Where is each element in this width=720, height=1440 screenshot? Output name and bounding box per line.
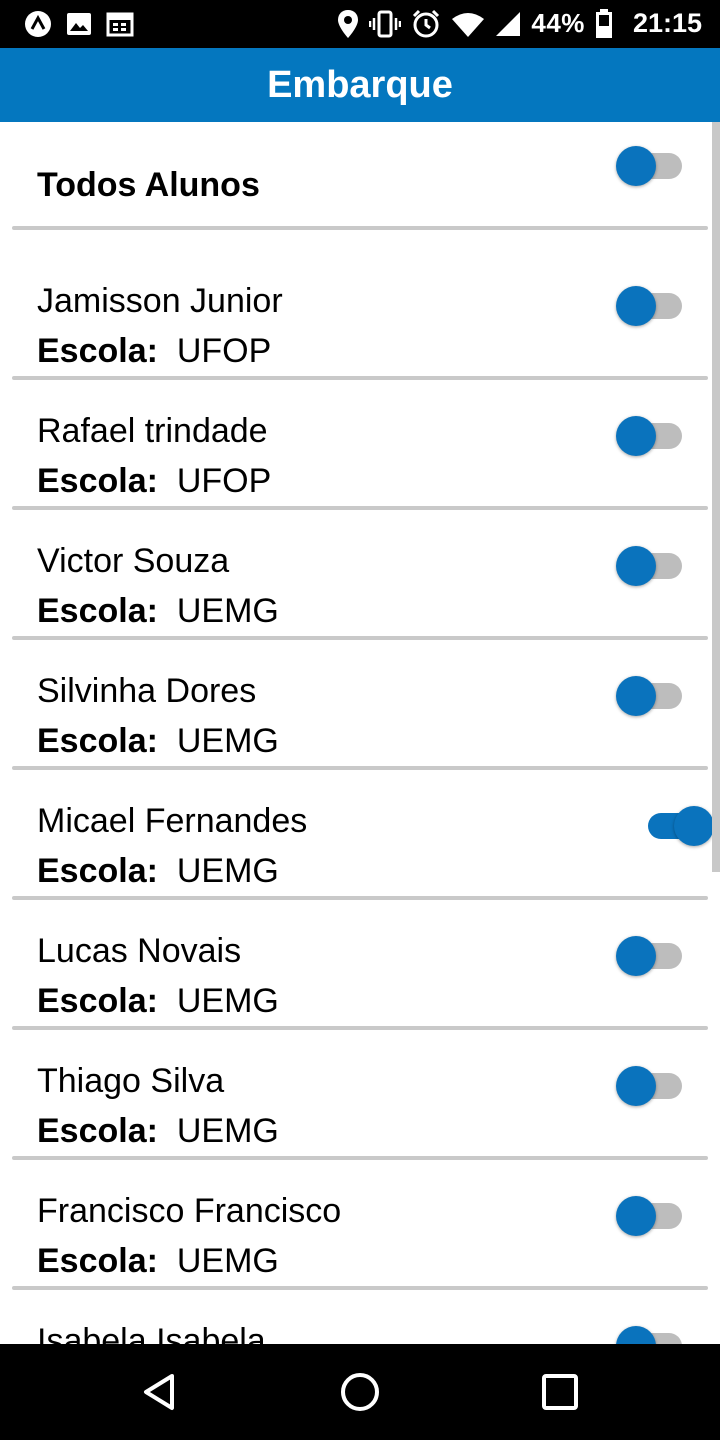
boarding-toggle[interactable] [616,414,692,458]
school-line: Escola: UFOP [37,332,271,371]
image-icon [67,13,91,35]
school-value: UEMG [176,592,279,630]
toggle-knob [616,546,656,586]
student-list[interactable]: Todos Alunos Jamisson Junior Escola: UFOP… [0,122,720,1344]
student-name: Jamisson Junior [37,282,283,320]
navigation-bar [0,1344,720,1440]
boarding-toggle[interactable] [616,674,692,718]
school-value: UFOP [176,462,272,500]
clock: 21:15 [632,8,702,38]
toggle-knob [616,1066,656,1106]
status-bar-system: 44% 21:15 [337,8,702,39]
list-item: Silvinha Dores Escola: UEMG [0,672,720,802]
list-item: Lucas Novais Escola: UEMG [0,932,720,1062]
boarding-toggle[interactable] [616,284,692,328]
divider [12,896,708,900]
school-label: Escola: [37,332,158,370]
toggle-knob [616,416,656,456]
boarding-toggle[interactable] [616,544,692,588]
status-bar: 44% 21:15 [0,0,720,48]
all-students-row: Todos Alunos [0,122,720,234]
divider [12,506,708,510]
student-name: Lucas Novais [37,932,242,970]
school-label: Escola: [37,852,158,890]
school-label: Escola: [37,1112,158,1150]
school-line: Escola: UEMG [37,982,279,1021]
school-value: UFOP [176,332,272,370]
school-label: Escola: [37,1242,158,1280]
divider [12,1026,708,1030]
app-bar: Embarque [0,48,720,122]
school-value: UEMG [176,852,279,890]
divider [12,1286,708,1290]
list-item: Francisco Francisco Escola: UEMG [0,1192,720,1322]
student-name: Micael Fernandes [37,802,308,840]
student-name: Isabela Isabela [37,1322,266,1344]
list-item: Micael Fernandes Escola: UEMG [0,802,720,932]
student-name: Rafael trindade [37,412,268,450]
recents-icon[interactable] [536,1368,584,1416]
divider [12,636,708,640]
student-name: Thiago Silva [37,1062,225,1100]
all-students-label: Todos Alunos [37,166,260,204]
scrollbar[interactable] [712,122,720,872]
school-label: Escola: [37,462,158,500]
status-bar-notifications [24,10,134,38]
toggle-knob [674,806,714,846]
toggle-knob [616,1326,656,1344]
toggle-knob [616,1196,656,1236]
school-line: Escola: UEMG [37,852,279,891]
school-line: Escola: UEMG [37,1242,279,1281]
school-label: Escola: [37,592,158,630]
student-name: Silvinha Dores [37,672,257,710]
school-value: UEMG [176,1242,279,1280]
calendar-icon [106,12,134,37]
divider [12,1156,708,1160]
school-line: Escola: UEMG [37,1112,279,1151]
home-icon[interactable] [336,1368,384,1416]
app-logo-icon [25,11,51,37]
toggle-knob [616,936,656,976]
battery-percentage: 44% [531,8,585,38]
list-item: Thiago Silva Escola: UEMG [0,1062,720,1192]
list-item: Rafael trindade Escola: UFOP [0,412,720,542]
divider [12,226,708,230]
school-label: Escola: [37,982,158,1020]
battery-icon [595,8,612,38]
school-line: Escola: UFOP [37,462,271,501]
page-title: Embarque [267,63,453,106]
boarding-toggle[interactable] [616,1324,692,1344]
boarding-toggle[interactable] [616,1064,692,1108]
alarm-icon [413,9,440,37]
student-name: Francisco Francisco [37,1192,342,1230]
school-line: Escola: UEMG [37,722,279,761]
toggle-knob [616,676,656,716]
list-item: Jamisson Junior Escola: UFOP [0,282,720,412]
all-students-toggle[interactable] [616,144,692,188]
boarding-toggle[interactable] [632,804,714,848]
back-icon[interactable] [136,1368,184,1416]
divider [12,766,708,770]
toggle-knob [616,146,656,186]
list-item: Isabela Isabela [0,1322,720,1344]
school-value: UEMG [176,1112,279,1150]
student-name: Victor Souza [37,542,230,580]
school-label: Escola: [37,722,158,760]
boarding-toggle[interactable] [616,1194,692,1238]
vibrate-icon [369,10,402,37]
school-value: UEMG [176,722,279,760]
location-icon [338,9,359,38]
list-item: Victor Souza Escola: UEMG [0,542,720,672]
signal-icon [496,11,521,36]
boarding-toggle[interactable] [616,934,692,978]
school-line: Escola: UEMG [37,592,279,631]
school-value: UEMG [176,982,279,1020]
wifi-icon [452,12,485,37]
divider [12,376,708,380]
toggle-knob [616,286,656,326]
